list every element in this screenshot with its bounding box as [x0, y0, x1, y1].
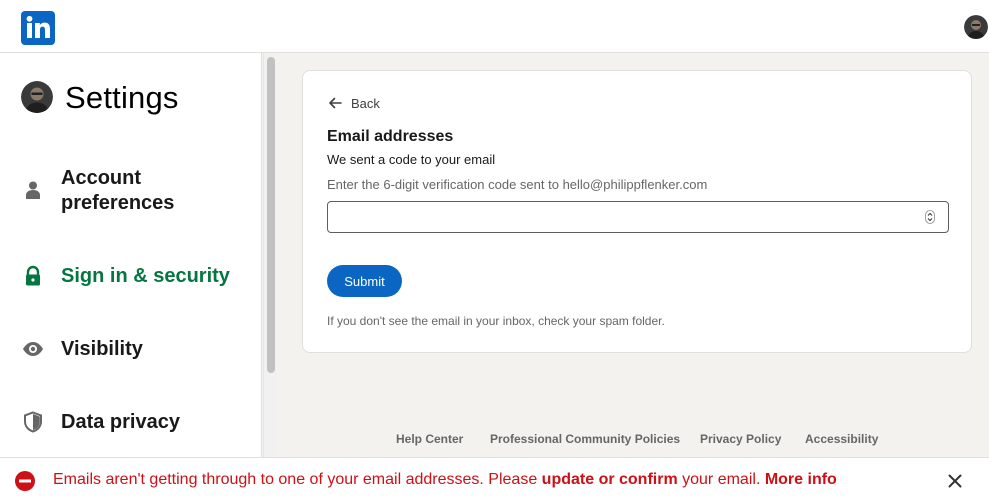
sidebar-item-label: Sign in & security — [61, 265, 230, 287]
alert-text-after: your email. — [677, 471, 765, 488]
verification-card: Back Email addresses We sent a code to y… — [302, 70, 972, 353]
arrow-left-icon — [327, 95, 343, 111]
settings-sidebar: Settings Account preferences Sign in & s… — [0, 53, 262, 457]
input-hint: Enter the 6-digit verification code sent… — [327, 177, 708, 192]
section-title: Email addresses — [327, 128, 454, 145]
person-icon — [22, 179, 44, 201]
more-info-link[interactable]: More info — [765, 471, 837, 488]
number-spinner-icon[interactable] — [925, 210, 935, 224]
page-title: Settings — [65, 80, 179, 115]
back-button[interactable]: Back — [327, 95, 380, 111]
footer-link-help-center[interactable]: Help Center — [396, 432, 463, 446]
sidebar-scrollbar[interactable] — [263, 53, 276, 457]
back-label: Back — [351, 95, 380, 111]
shield-icon — [22, 411, 44, 433]
sidebar-item-visibility[interactable]: Visibility — [0, 336, 261, 364]
sidebar-item-sign-in-security[interactable]: Sign in & security — [0, 263, 261, 291]
alert-message: Emails aren't getting through to one of … — [53, 471, 837, 489]
close-icon[interactable] — [945, 471, 965, 491]
section-subtitle: We sent a code to your email — [327, 152, 496, 167]
linkedin-logo-icon[interactable] — [21, 11, 55, 45]
email-alert-banner: Emails aren't getting through to one of … — [0, 457, 989, 497]
verification-code-input[interactable] — [327, 201, 949, 233]
footer-link-community-policies[interactable]: Professional Community Policies — [490, 432, 680, 446]
profile-avatar — [21, 81, 53, 113]
footer-link-accessibility[interactable]: Accessibility — [805, 432, 878, 446]
eye-icon — [22, 338, 44, 360]
top-navigation-bar — [0, 0, 989, 53]
sidebar-item-account-preferences[interactable]: Account preferences — [0, 166, 261, 218]
sidebar-item-label: Visibility — [61, 338, 143, 360]
update-confirm-link[interactable]: update or confirm — [542, 471, 678, 488]
profile-avatar[interactable] — [964, 15, 988, 39]
lock-icon — [22, 265, 44, 287]
submit-button[interactable]: Submit — [327, 265, 402, 297]
footer-link-privacy-policy[interactable]: Privacy Policy — [700, 432, 781, 446]
sidebar-item-label: Account preferences — [61, 167, 175, 214]
sidebar-item-label: Data privacy — [61, 411, 180, 433]
scrollbar-thumb[interactable] — [267, 57, 275, 373]
alert-text-before: Emails aren't getting through to one of … — [53, 471, 542, 488]
spam-folder-note: If you don't see the email in your inbox… — [327, 314, 665, 328]
error-icon — [14, 470, 36, 492]
sidebar-item-data-privacy[interactable]: Data privacy — [0, 409, 261, 437]
